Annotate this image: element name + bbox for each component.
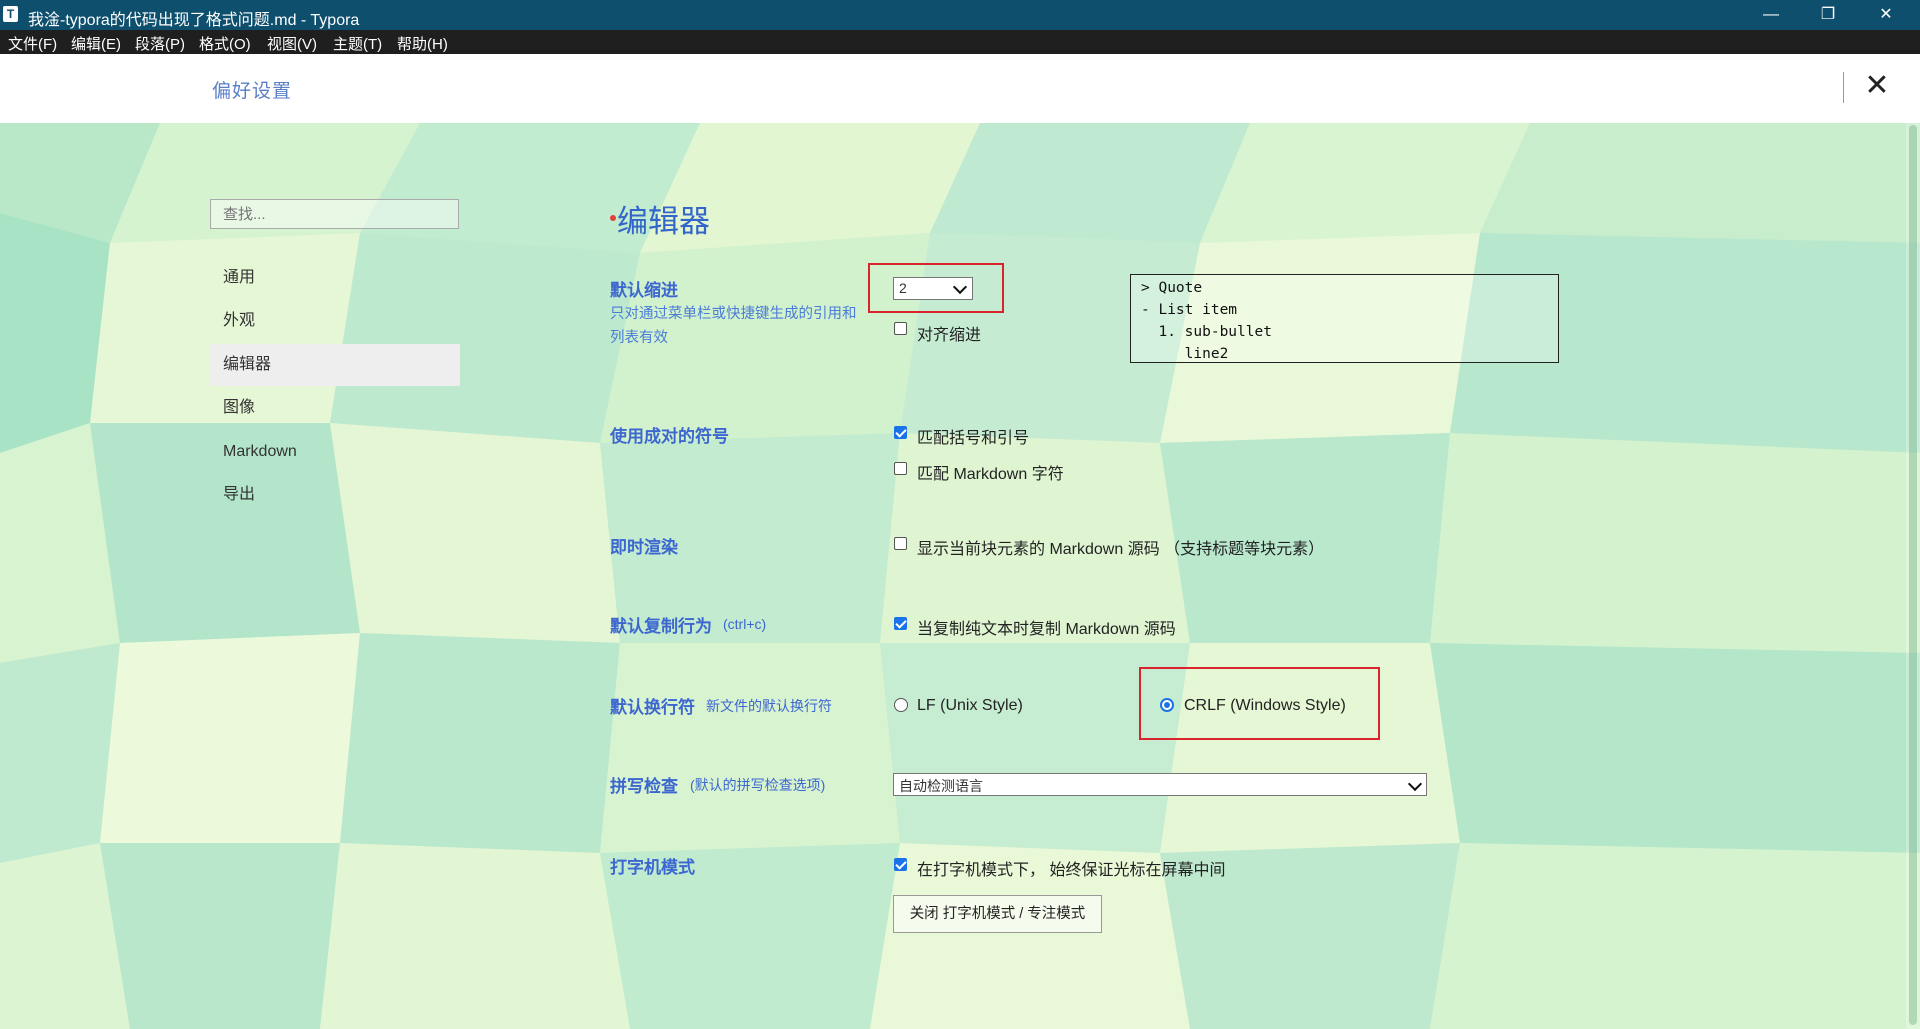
window-close-button[interactable]: ✕ <box>1858 0 1914 30</box>
spellcheck-select[interactable]: 自动检测语言 <box>893 773 1427 796</box>
copy-label: 默认复制行为 <box>610 617 712 636</box>
minimize-button[interactable]: — <box>1743 0 1799 30</box>
sidebar-item-editor[interactable]: 编辑器 <box>210 344 460 386</box>
typewriter-label: 打字机模式 <box>610 858 695 877</box>
menu-file[interactable]: 文件(F) <box>8 33 57 54</box>
live-render-checkbox[interactable] <box>894 537 907 550</box>
preferences-close-icon[interactable]: ✕ <box>1862 68 1892 104</box>
section-title: 编辑器 <box>617 204 710 239</box>
copy-hint: (ctrl+c) <box>723 616 767 632</box>
menu-edit[interactable]: 编辑(E) <box>71 33 121 54</box>
scrollbar-thumb[interactable] <box>1909 125 1917 1025</box>
match-markdown-label: 匹配 Markdown 字符 <box>917 466 1064 483</box>
match-brackets-label: 匹配括号和引号 <box>917 430 1030 447</box>
menu-bar: 文件(F) 编辑(E) 段落(P) 格式(O) 视图(V) 主题(T) 帮助(H… <box>0 30 1920 54</box>
chevron-down-icon <box>1407 776 1423 792</box>
preferences-search-input[interactable] <box>210 199 459 229</box>
live-render-option-label: 显示当前块元素的 Markdown 源码 （支持标题等块元素） <box>917 541 1325 558</box>
indent-description: 只对通过菜单栏或快捷键生成的引用和列表有效 <box>610 306 857 346</box>
close-typewriter-focus-button[interactable]: 关闭 打字机模式 / 专注模式 <box>893 895 1102 933</box>
pairs-label: 使用成对的符号 <box>610 427 729 446</box>
preferences-header: 偏好设置 ✕ <box>0 54 1920 123</box>
match-markdown-checkbox[interactable] <box>894 462 907 475</box>
live-render-label: 即时渲染 <box>610 538 678 557</box>
spellcheck-label: 拼写检查 <box>610 777 678 796</box>
line-ending-label: 默认换行符 <box>610 698 695 717</box>
menu-paragraph[interactable]: 段落(P) <box>135 33 185 54</box>
sidebar-item-image[interactable]: 图像 <box>210 387 460 429</box>
window-titlebar: T 我淦-typora的代码出现了格式问题.md - Typora — ❐ ✕ <box>0 0 1920 30</box>
section-marker-dot <box>610 215 616 221</box>
highlight-box-crlf <box>1139 667 1380 740</box>
preview-line: line2 <box>1141 346 1229 362</box>
line-ending-hint: 新文件的默认换行符 <box>706 698 832 714</box>
preview-line: - List item <box>1141 302 1238 318</box>
copy-markdown-label: 当复制纯文本时复制 Markdown 源码 <box>917 621 1176 638</box>
menu-theme[interactable]: 主题(T) <box>333 33 382 54</box>
preview-line: 1. sub-bullet <box>1141 324 1272 340</box>
preferences-title: 偏好设置 <box>212 81 293 102</box>
lf-radio[interactable] <box>894 698 908 712</box>
window-title: 我淦-typora的代码出现了格式问题.md - Typora <box>28 12 360 29</box>
typora-app-icon: T <box>3 6 18 22</box>
typewriter-option-label: 在打字机模式下， 始终保证光标在屏幕中间 <box>917 862 1226 879</box>
copy-markdown-checkbox[interactable] <box>894 617 907 630</box>
menu-view[interactable]: 视图(V) <box>267 33 317 54</box>
indent-label: 默认缩进 <box>610 281 678 300</box>
restore-button[interactable]: ❐ <box>1800 0 1856 30</box>
sidebar-item-general[interactable]: 通用 <box>210 257 460 299</box>
header-divider <box>1843 72 1844 103</box>
lf-label: LF (Unix Style) <box>917 697 1023 714</box>
align-indent-checkbox[interactable] <box>894 322 907 335</box>
match-brackets-checkbox[interactable] <box>894 426 907 439</box>
align-indent-label: 对齐缩进 <box>917 327 982 344</box>
highlight-box-indent <box>868 263 1004 313</box>
menu-help[interactable]: 帮助(H) <box>397 33 448 54</box>
sidebar-item-appearance[interactable]: 外观 <box>210 300 460 342</box>
sidebar-item-markdown[interactable]: Markdown <box>210 431 460 473</box>
menu-format[interactable]: 格式(O) <box>199 33 251 54</box>
indent-preview: > Quote - List item 1. sub-bullet line2 <box>1130 274 1559 363</box>
typewriter-checkbox[interactable] <box>894 858 907 871</box>
spellcheck-select-value: 自动检测语言 <box>899 778 983 794</box>
spellcheck-hint: (默认的拼写检查选项) <box>690 777 826 793</box>
preview-line: > Quote <box>1141 280 1203 296</box>
sidebar-item-export[interactable]: 导出 <box>210 474 460 516</box>
